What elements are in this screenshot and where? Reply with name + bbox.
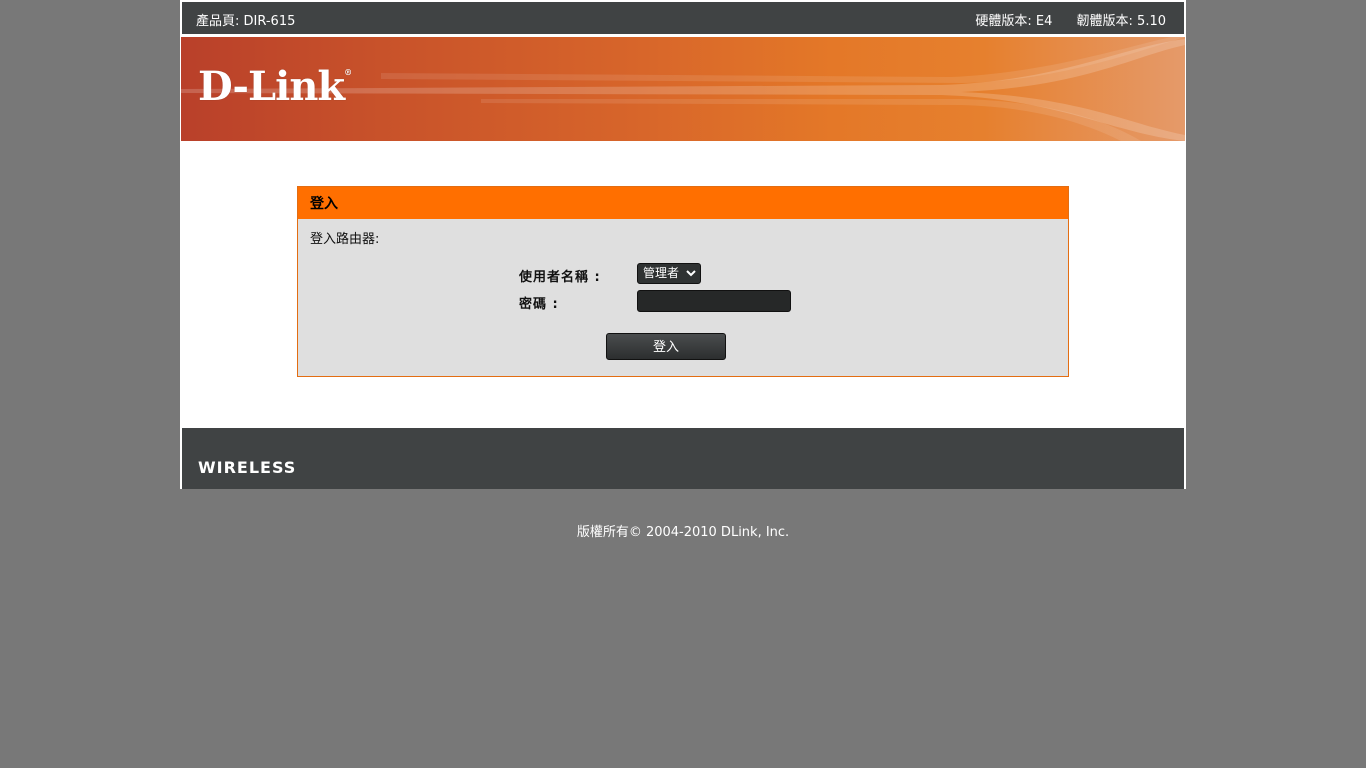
copyright-text: 版權所有© 2004-2010 DLink, Inc. [576,525,790,540]
hardware-version: 硬體版本: E4 [975,14,1053,29]
password-label: 密碼 : [519,297,559,312]
login-button[interactable]: 登入 [606,333,726,360]
chevron-down-icon [686,264,696,289]
login-panel: 登入 登入路由器: 使用者名稱 : 管理者 密碼 : 登入 [297,186,1069,377]
brand-banner: D-Link® [181,37,1185,141]
login-intro-text: 登入路由器: [310,232,380,247]
password-field[interactable] [637,290,791,312]
top-info-bar: 產品頁: DIR-615 硬體版本: E4 韌體版本: 5.10 [182,2,1184,34]
login-header: 登入 [298,187,1068,219]
product-page-label: 產品頁: DIR-615 [196,14,296,29]
wireless-logo: WIRELESS [198,458,297,477]
username-label: 使用者名稱 : [519,270,601,285]
footer-bar: WIRELESS [182,428,1184,489]
page-frame: 產品頁: DIR-615 硬體版本: E4 韌體版本: 5.10 D-Link®… [180,0,1186,489]
username-select-value: 管理者 [643,266,680,280]
version-info: 硬體版本: E4 韌體版本: 5.10 [975,10,1166,29]
dlink-logo: D-Link® [198,63,352,110]
username-select[interactable]: 管理者 [637,263,701,284]
firmware-version: 韌體版本: 5.10 [1076,14,1166,29]
